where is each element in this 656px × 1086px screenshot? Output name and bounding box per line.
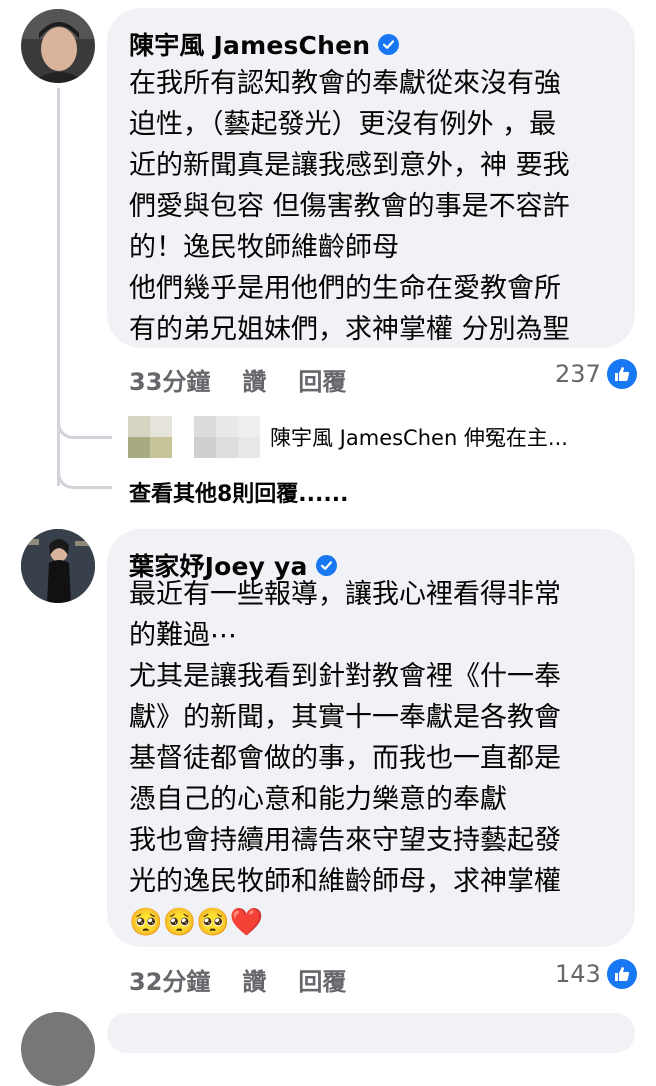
comment-line: 獻》的新聞，其實十一奉獻是各教會 [129, 702, 561, 733]
comment-line: 最近有一些報導，讓我心裡看得非常 [129, 579, 561, 610]
commenter-avatar[interactable] [21, 529, 95, 603]
comment-line: 他們幾乎是用他們的生命在愛教會所 [129, 273, 561, 304]
reaction-summary[interactable]: 237 [555, 359, 637, 389]
comment-text: 最近有一些報導，讓我心裡看得非常 的難過⋯ 尤其是讓我看到針對教會裡《什一奉 獻… [129, 574, 561, 943]
comment-actions: 32分鐘 讚 回覆 [129, 962, 378, 997]
comment-line: 們愛與包容 但傷害教會的事是不容許 [129, 191, 570, 222]
comment-timestamp[interactable]: 32分鐘 [129, 962, 210, 997]
emoji-line: 🥺🥺🥺❤️ [129, 907, 264, 938]
reply-preview-text: 陳宇風 JamesChen 伸冤在主￼... [270, 426, 568, 450]
thread-branch [57, 410, 112, 439]
reaction-count: 237 [555, 360, 601, 388]
next-commenter-avatar[interactable] [21, 1012, 95, 1086]
comment-author[interactable]: 陳宇風 JamesChen [129, 26, 370, 62]
comment-line: 憑自己的心意和能力樂意的奉獻 [129, 784, 507, 815]
comment-line: 迫性，（藝起發光）更沒有例外 ，最 [129, 109, 557, 140]
comment-line: 基督徒都會做的事，而我也一直都是 [129, 743, 561, 774]
like-thumb-icon [606, 959, 637, 989]
comment-line: 的！逸民牧師維齡師母 [129, 232, 399, 263]
comment-actions: 33分鐘 讚 回覆 [129, 362, 378, 397]
comment-line: 在我所有認知教會的奉獻從來沒有強 [129, 68, 561, 99]
commenter-avatar[interactable] [21, 9, 95, 83]
comment-bubble: 陳宇風 JamesChen 在我所有認知教會的奉獻從來沒有強 迫性，（藝起發光）… [107, 8, 635, 348]
comment-line: 尤其是讓我看到針對教會裡《什一奉 [129, 661, 561, 692]
comment-line: 光的逸民牧師和維齡師母，求神掌權 [129, 866, 561, 897]
reply-preview[interactable]: 陳宇風 JamesChen 伸冤在主￼... [128, 416, 568, 458]
reply-button[interactable]: 回覆 [298, 962, 346, 997]
reply-button[interactable]: 回覆 [298, 362, 346, 397]
thread-branch [57, 460, 112, 489]
comment-timestamp[interactable]: 33分鐘 [129, 362, 210, 397]
blurred-avatar [128, 416, 260, 458]
like-button[interactable]: 讚 [242, 362, 266, 397]
like-thumb-icon [606, 359, 637, 389]
comment-line: 的難過⋯ [129, 620, 237, 651]
next-comment-bubble [107, 1013, 635, 1053]
comment-line: 有的弟兄姐妹們，求神掌權 分別為聖 [129, 314, 570, 345]
view-more-replies-link[interactable]: 查看其他8則回覆...... [129, 476, 348, 508]
reaction-count: 143 [555, 960, 601, 988]
like-button[interactable]: 讚 [242, 962, 266, 997]
comment-line: 我也會持續用禱告來守望支持藝起發 [129, 825, 561, 856]
reaction-summary[interactable]: 143 [555, 959, 637, 989]
comment-bubble: 葉家妤Joey ya 最近有一些報導，讓我心裡看得非常 的難過⋯ 尤其是讓我看到… [107, 529, 635, 947]
comment-line: 近的新聞真是讓我感到意外，神 要我 [129, 150, 570, 181]
verified-badge-icon [378, 33, 400, 55]
verified-badge-icon [315, 554, 337, 576]
comment-text: 在我所有認知教會的奉獻從來沒有強 迫性，（藝起發光）更沒有例外 ，最 近的新聞真… [129, 63, 570, 350]
